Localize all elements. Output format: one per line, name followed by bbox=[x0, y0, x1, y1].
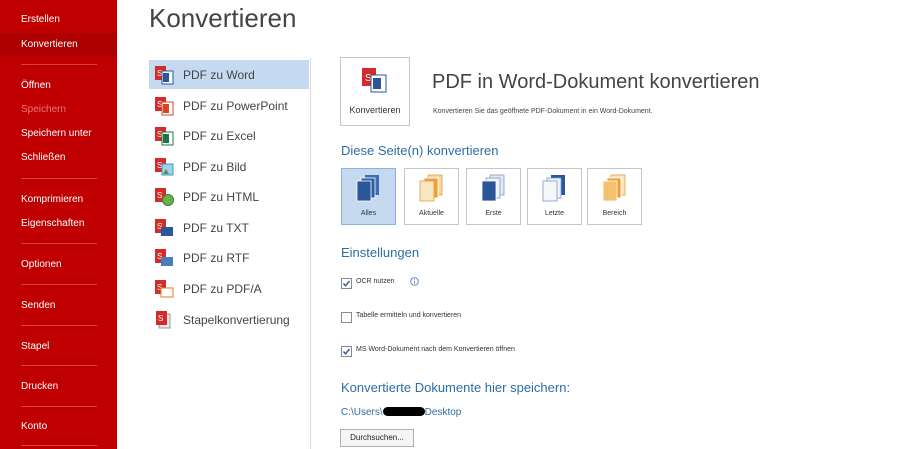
save-section-title: Konvertierte Dokumente hier speichern: bbox=[341, 380, 571, 395]
main-description: Konvertieren Sie das geöffnete PDF-Dokum… bbox=[433, 108, 653, 115]
format-list-divider bbox=[310, 58, 311, 449]
main-heading: PDF in Word-Dokument konvertieren bbox=[432, 71, 760, 93]
info-icon[interactable] bbox=[410, 277, 419, 286]
sidebar-item-senden[interactable]: Senden bbox=[21, 300, 55, 311]
pdf-to-image-icon: S bbox=[155, 158, 174, 176]
svg-text:S: S bbox=[157, 191, 162, 200]
last-page-icon bbox=[542, 175, 565, 202]
current-page-icon bbox=[419, 174, 443, 202]
format-label: PDF zu PDF/A bbox=[183, 282, 262, 296]
sidebar-divider bbox=[21, 445, 97, 446]
page-option-current[interactable]: Aktuelle bbox=[404, 168, 459, 225]
sidebar-divider bbox=[21, 406, 97, 407]
sidebar-item-optionen[interactable]: Optionen bbox=[21, 259, 62, 270]
sidebar-item-stapel[interactable]: Stapel bbox=[21, 341, 49, 352]
sidebar-item-drucken[interactable]: Drucken bbox=[21, 381, 58, 392]
format-item-pdf-to-word[interactable]: S PDF zu Word bbox=[149, 60, 309, 89]
format-label: PDF zu PowerPoint bbox=[183, 99, 288, 113]
open-word-checkbox[interactable] bbox=[341, 346, 352, 357]
table-detect-checkbox[interactable] bbox=[341, 312, 352, 323]
page-option-first[interactable]: Erste bbox=[466, 168, 521, 225]
format-item-pdf-to-html[interactable]: S PDF zu HTML bbox=[149, 182, 309, 211]
page-option-label: Alles bbox=[360, 210, 377, 217]
svg-text:S: S bbox=[158, 314, 163, 323]
sidebar: Erstellen Konvertieren Öffnen Speichern … bbox=[0, 0, 117, 449]
page-option-all[interactable]: Alles bbox=[341, 168, 396, 225]
save-path-suffix: Desktop bbox=[424, 407, 462, 418]
sidebar-divider bbox=[21, 325, 97, 326]
pdf-to-word-icon: S bbox=[155, 66, 174, 85]
format-label: PDF zu Excel bbox=[183, 129, 256, 143]
page-range-icon bbox=[602, 174, 626, 202]
pdf-to-rtf-icon: S bbox=[155, 249, 173, 266]
page-title: Konvertieren bbox=[149, 3, 297, 33]
convert-button[interactable]: S Konvertieren bbox=[340, 57, 410, 126]
sidebar-item-komprimieren[interactable]: Komprimieren bbox=[21, 194, 83, 205]
page-option-last[interactable]: Letzte bbox=[527, 168, 582, 225]
redacted-username bbox=[382, 407, 425, 416]
sidebar-divider bbox=[21, 365, 97, 366]
format-item-pdf-to-txt[interactable]: S PDF zu TXT bbox=[149, 213, 309, 242]
all-pages-icon bbox=[356, 175, 379, 202]
format-label: PDF zu TXT bbox=[183, 221, 249, 235]
pdf-to-txt-icon: S bbox=[155, 219, 173, 236]
format-label: Stapelkonvertierung bbox=[183, 313, 290, 327]
page-option-label: Aktuelle bbox=[419, 210, 444, 217]
sidebar-item-konto[interactable]: Konto bbox=[21, 421, 47, 432]
format-item-batch-convert[interactable]: S Stapelkonvertierung bbox=[149, 305, 309, 334]
sidebar-item-eigenschaften[interactable]: Eigenschaften bbox=[21, 218, 84, 229]
table-detect-checkbox-label: Tabelle ermitteln und konvertieren bbox=[356, 312, 462, 319]
sidebar-divider bbox=[21, 64, 97, 65]
page-option-label: Letzte bbox=[544, 210, 565, 217]
pdf-to-word-icon: S bbox=[362, 68, 387, 93]
page-option-label: Bereich bbox=[602, 210, 627, 217]
checkmark-icon bbox=[342, 348, 351, 355]
convert-button-label: Konvertieren bbox=[349, 105, 401, 115]
format-label: PDF zu HTML bbox=[183, 190, 260, 204]
ocr-checkbox-label: OCR nutzen bbox=[356, 278, 395, 285]
sidebar-item-erstellen[interactable]: Erstellen bbox=[21, 14, 60, 25]
pages-section-title: Diese Seite(n) konvertieren bbox=[341, 143, 499, 158]
browse-button[interactable]: Durchsuchen... bbox=[340, 429, 414, 447]
sidebar-divider bbox=[21, 243, 97, 244]
sidebar-item-speichern: Speichern bbox=[21, 104, 67, 115]
page-option-range[interactable]: Bereich bbox=[587, 168, 642, 225]
checkmark-icon bbox=[342, 280, 351, 287]
batch-convert-icon: S bbox=[156, 311, 171, 329]
format-item-pdf-to-rtf[interactable]: S PDF zu RTF bbox=[149, 243, 309, 272]
pdf-to-pdfa-icon: S bbox=[155, 280, 174, 298]
pdf-to-powerpoint-icon: S bbox=[155, 97, 174, 116]
save-path[interactable]: C:\Users\ Desktop bbox=[341, 407, 461, 419]
sidebar-item-speichern-unter[interactable]: Speichern unter bbox=[21, 128, 92, 139]
format-item-pdf-to-powerpoint[interactable]: S PDF zu PowerPoint bbox=[149, 91, 309, 120]
ocr-checkbox[interactable] bbox=[341, 278, 352, 289]
format-label: PDF zu RTF bbox=[183, 251, 250, 265]
pdf-to-excel-icon: S bbox=[155, 127, 174, 146]
sidebar-item-schliessen[interactable]: Schließen bbox=[21, 152, 65, 163]
format-label: PDF zu Bild bbox=[183, 160, 247, 174]
format-item-pdf-to-image[interactable]: S PDF zu Bild bbox=[149, 152, 309, 181]
first-page-icon bbox=[481, 174, 505, 202]
open-word-checkbox-label: MS Word-Dokument nach dem Konvertieren ö… bbox=[356, 346, 515, 353]
sidebar-item-oeffnen[interactable]: Öffnen bbox=[21, 80, 51, 91]
sidebar-divider bbox=[21, 284, 97, 285]
format-label: PDF zu Word bbox=[183, 68, 255, 82]
settings-section-title: Einstellungen bbox=[341, 245, 420, 260]
pdf-to-html-icon: S bbox=[155, 188, 174, 206]
sidebar-divider bbox=[21, 178, 97, 179]
format-item-pdf-to-pdfa[interactable]: S PDF zu PDF/A bbox=[149, 274, 309, 303]
sidebar-item-konvertieren[interactable]: Konvertieren bbox=[21, 39, 78, 50]
page-option-label: Erste bbox=[485, 210, 502, 217]
save-path-prefix: C:\Users\ bbox=[341, 407, 383, 418]
format-item-pdf-to-excel[interactable]: S PDF zu Excel bbox=[149, 121, 309, 150]
